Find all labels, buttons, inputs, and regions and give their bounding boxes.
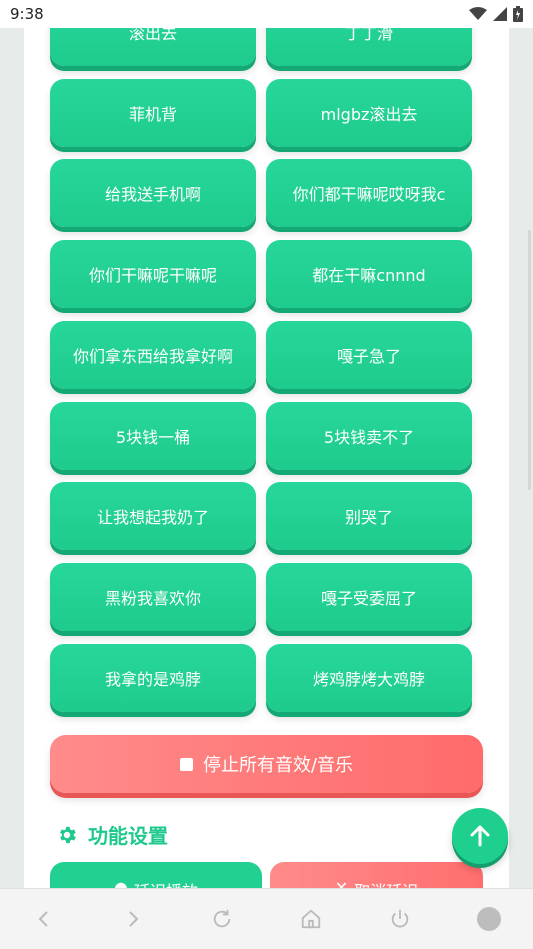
arrow-up-icon — [470, 825, 490, 847]
signal-icon — [493, 7, 507, 21]
circle-icon — [476, 907, 501, 931]
clock-icon: ● — [114, 878, 128, 888]
stop-all-audio-label: 停止所有音效/音乐 — [202, 755, 354, 776]
power-button[interactable] — [380, 899, 420, 939]
sound-button-label: 你们拿东西给我拿好啊 — [72, 347, 233, 366]
menu-button[interactable] — [469, 899, 509, 939]
power-icon — [391, 909, 408, 928]
delay-play-label: 延迟播放 — [134, 878, 198, 888]
sound-button-label: 滚出去 — [128, 28, 177, 43]
sound-button-label: 都在干嘛cnnnd — [312, 266, 426, 285]
sound-button[interactable]: 都在干嘛cnnnd — [266, 240, 472, 308]
sound-button-label: mlgbz滚出去 — [320, 105, 418, 124]
stop-square-icon — [179, 757, 193, 771]
settings-section-title: 功能设置 — [56, 820, 168, 849]
stop-all-audio-button[interactable]: 停止所有音效/音乐 — [50, 735, 483, 793]
sound-button[interactable]: 黑粉我喜欢你 — [50, 563, 256, 631]
sound-button-label: 我拿的是鸡脖 — [104, 670, 201, 689]
sound-button-label: 嘎子受委屈了 — [320, 589, 417, 608]
sound-button[interactable]: 菲机背 — [50, 79, 256, 147]
content-sheet: 滚出去 丁丁滑菲机背 mlgbz滚出去给我送手机啊 你们都干嘛呢哎呀我c 你们干嘛呢干嘛… — [24, 28, 509, 888]
sound-button-label: 黑粉我喜欢你 — [104, 589, 201, 608]
sound-button[interactable]: mlgbz滚出去 — [266, 79, 472, 147]
refresh-button[interactable] — [202, 899, 242, 939]
sound-button[interactable]: 滚出去 — [50, 28, 256, 66]
sound-button-label: 菲机背 — [128, 105, 177, 124]
sound-button[interactable]: 烤鸡脖烤大鸡脖 — [266, 644, 472, 712]
home-button[interactable] — [291, 899, 331, 939]
settings-title-text: 功能设置 — [88, 824, 168, 848]
sound-button-label: 给我送手机啊 — [104, 185, 201, 204]
scroll-to-top-button[interactable] — [452, 808, 508, 864]
sound-button-label: 别哭了 — [344, 508, 393, 527]
refresh-icon — [213, 909, 231, 928]
sound-button-label: 5块钱一桶 — [115, 428, 191, 447]
status-time: 9:38 — [10, 5, 44, 23]
sound-button[interactable]: 我拿的是鸡脖 — [50, 644, 256, 712]
sound-button[interactable]: 你们拿东西给我拿好啊 — [50, 321, 256, 389]
battery-icon — [513, 6, 523, 22]
sound-button[interactable]: 5块钱卖不了 — [266, 402, 472, 470]
browser-nav-bar — [0, 888, 533, 949]
cancel-delay-label: 取消延迟 — [354, 878, 418, 888]
forward-icon — [129, 911, 139, 927]
wifi-icon — [469, 7, 487, 20]
forward-button[interactable] — [113, 899, 153, 939]
back-icon — [38, 911, 49, 927]
sound-button[interactable]: 嘎子受委屈了 — [266, 563, 472, 631]
home-icon — [301, 909, 321, 929]
status-icons — [469, 6, 523, 22]
sound-button-label: 烤鸡脖烤大鸡脖 — [312, 670, 425, 689]
sound-button-label: 你们干嘛呢干嘛呢 — [88, 266, 217, 285]
sound-button-label: 丁丁滑 — [344, 28, 393, 43]
sound-button[interactable]: 丁丁滑 — [266, 28, 472, 66]
sound-button[interactable]: 别哭了 — [266, 482, 472, 550]
back-button[interactable] — [24, 899, 64, 939]
cancel-delay-button[interactable]: ✕ 取消延迟 — [270, 862, 483, 888]
sound-button-label: 你们都干嘛呢哎呀我c — [292, 185, 446, 204]
sound-button[interactable]: 你们干嘛呢干嘛呢 — [50, 240, 256, 308]
sound-button-label: 5块钱卖不了 — [323, 428, 415, 447]
sound-button[interactable]: 让我想起我奶了 — [50, 482, 256, 550]
sound-button[interactable]: 给我送手机啊 — [50, 159, 256, 227]
status-bar: 9:38 — [0, 0, 533, 28]
close-icon: ✕ — [334, 878, 349, 888]
sound-button-label: 让我想起我奶了 — [96, 508, 209, 527]
sound-button[interactable]: 你们都干嘛呢哎呀我c — [266, 159, 472, 227]
sound-button[interactable]: 嘎子急了 — [266, 321, 472, 389]
sound-button[interactable]: 5块钱一桶 — [50, 402, 256, 470]
sound-button-label: 嘎子急了 — [336, 347, 401, 366]
gear-icon — [60, 826, 76, 843]
scrollbar[interactable] — [528, 230, 531, 490]
delay-play-button[interactable]: ● 延迟播放 — [50, 862, 262, 888]
